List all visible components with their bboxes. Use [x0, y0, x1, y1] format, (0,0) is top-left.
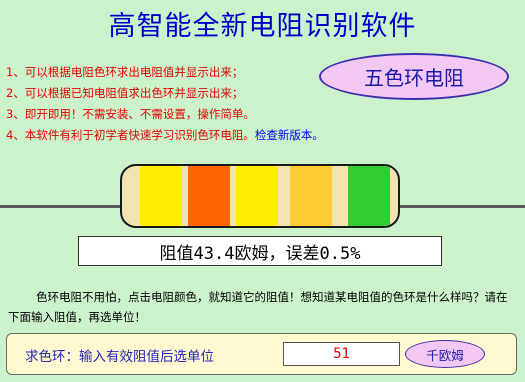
- resistor-band-5[interactable]: [348, 166, 390, 226]
- check-update-link[interactable]: 检查新版本。: [255, 128, 324, 142]
- resistor-band-1[interactable]: [140, 166, 182, 226]
- query-label: 求色环：输入有效阻值后选单位: [25, 349, 214, 365]
- resistor-lead-left: [0, 205, 128, 208]
- resistor-body: [120, 164, 400, 228]
- resistor-band-4[interactable]: [290, 166, 332, 226]
- feature-item-4-text: 4、本软件有利于初学者快速学习识别色环电阻。: [6, 128, 255, 142]
- color-band-query-panel: 求色环：输入有效阻值后选单位 千欧姆: [6, 333, 517, 375]
- feature-item-4: 4、本软件有利于初学者快速学习识别色环电阻。检查新版本。: [6, 125, 446, 146]
- resistor-band-3[interactable]: [236, 166, 278, 226]
- resistance-result-display: 阻值43.4欧姆，误差0.5%: [78, 236, 442, 266]
- kilo-ohm-unit-button[interactable]: 千欧姆: [405, 340, 485, 368]
- five-band-mode-button[interactable]: 五色环电阻: [319, 53, 509, 100]
- resistor-lead-right: [394, 205, 525, 208]
- app-title: 高智能全新电阻识别软件: [108, 11, 417, 42]
- resistance-value-input[interactable]: [283, 342, 400, 366]
- instructions-text: 色环电阻不用怕，点击电阻颜色，就知道它的阻值！想知道某电阻值的色环是什么样吗？请…: [8, 290, 508, 324]
- resistor-band-2[interactable]: [188, 166, 230, 226]
- app-window: 高智能全新电阻识别软件 1、可以根据电阻色环求出电阻值并显示出来； 2、可以根据…: [0, 0, 525, 382]
- feature-item-3: 3、即开即用！不需安装、不需设置，操作简单。: [6, 107, 255, 121]
